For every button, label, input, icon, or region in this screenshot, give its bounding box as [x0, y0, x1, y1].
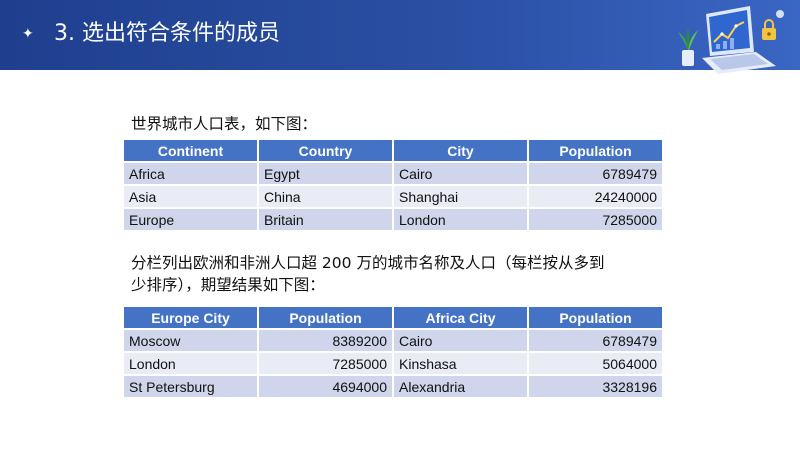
cell-africa-city: Cairo: [394, 330, 527, 351]
header-continent: Continent: [124, 140, 257, 161]
table-header-row: Europe City Population Africa City Popul…: [124, 307, 662, 328]
cell-population: 7285000: [529, 209, 662, 230]
table-row: Europe Britain London 7285000: [124, 209, 662, 230]
cell-africa-population: 5064000: [529, 353, 662, 374]
table-row: Africa Egypt Cairo 6789479: [124, 163, 662, 184]
table-row: St Petersburg 4694000 Alexandria 3328196: [124, 376, 662, 397]
cell-country: China: [259, 186, 392, 207]
cell-city: Shanghai: [394, 186, 527, 207]
cell-continent: Europe: [124, 209, 257, 230]
cell-europe-city: London: [124, 353, 257, 374]
cell-continent: Asia: [124, 186, 257, 207]
sparkle-icon: ✦: [22, 26, 34, 42]
cell-population: 6789479: [529, 163, 662, 184]
cell-city: Cairo: [394, 163, 527, 184]
cell-europe-city: St Petersburg: [124, 376, 257, 397]
cell-africa-population: 6789479: [529, 330, 662, 351]
cell-africa-population: 3328196: [529, 376, 662, 397]
world-city-population-table: Continent Country City Population Africa…: [122, 138, 664, 232]
header-europe-population: Population: [259, 307, 392, 328]
cell-africa-city: Alexandria: [394, 376, 527, 397]
cell-country: Britain: [259, 209, 392, 230]
cell-population: 24240000: [529, 186, 662, 207]
cell-europe-city: Moscow: [124, 330, 257, 351]
table-row: Asia China Shanghai 24240000: [124, 186, 662, 207]
header-europe-city: Europe City: [124, 307, 257, 328]
plant-icon: [678, 28, 698, 66]
slide-header: ✦ 3. 选出符合条件的成员: [0, 0, 800, 74]
cell-city: London: [394, 209, 527, 230]
expected-result-table: Europe City Population Africa City Popul…: [122, 305, 664, 399]
table-row: Moscow 8389200 Cairo 6789479: [124, 330, 662, 351]
cell-europe-population: 8389200: [259, 330, 392, 351]
cell-europe-population: 4694000: [259, 376, 392, 397]
header-population: Population: [529, 140, 662, 161]
header-country: Country: [259, 140, 392, 161]
cell-europe-population: 7285000: [259, 353, 392, 374]
task-text-line2: 少排序），期望结果如下图：: [131, 276, 325, 294]
slide-title: 3. 选出符合条件的成员: [54, 21, 280, 46]
cell-continent: Africa: [124, 163, 257, 184]
cell-country: Egypt: [259, 163, 392, 184]
table-row: London 7285000 Kinshasa 5064000: [124, 353, 662, 374]
laptop-chart-illustration: [678, 6, 784, 74]
table-header-row: Continent Country City Population: [124, 140, 662, 161]
header-city: City: [394, 140, 527, 161]
header-africa-city: Africa City: [394, 307, 527, 328]
header-africa-population: Population: [529, 307, 662, 328]
task-text-line1: 分栏列出欧洲和非洲人口超 200 万的城市名称及人口（每栏按从多到: [131, 254, 605, 272]
intro-text: 世界城市人口表，如下图：: [131, 115, 318, 133]
cell-africa-city: Kinshasa: [394, 353, 527, 374]
lock-icon: [762, 19, 776, 40]
